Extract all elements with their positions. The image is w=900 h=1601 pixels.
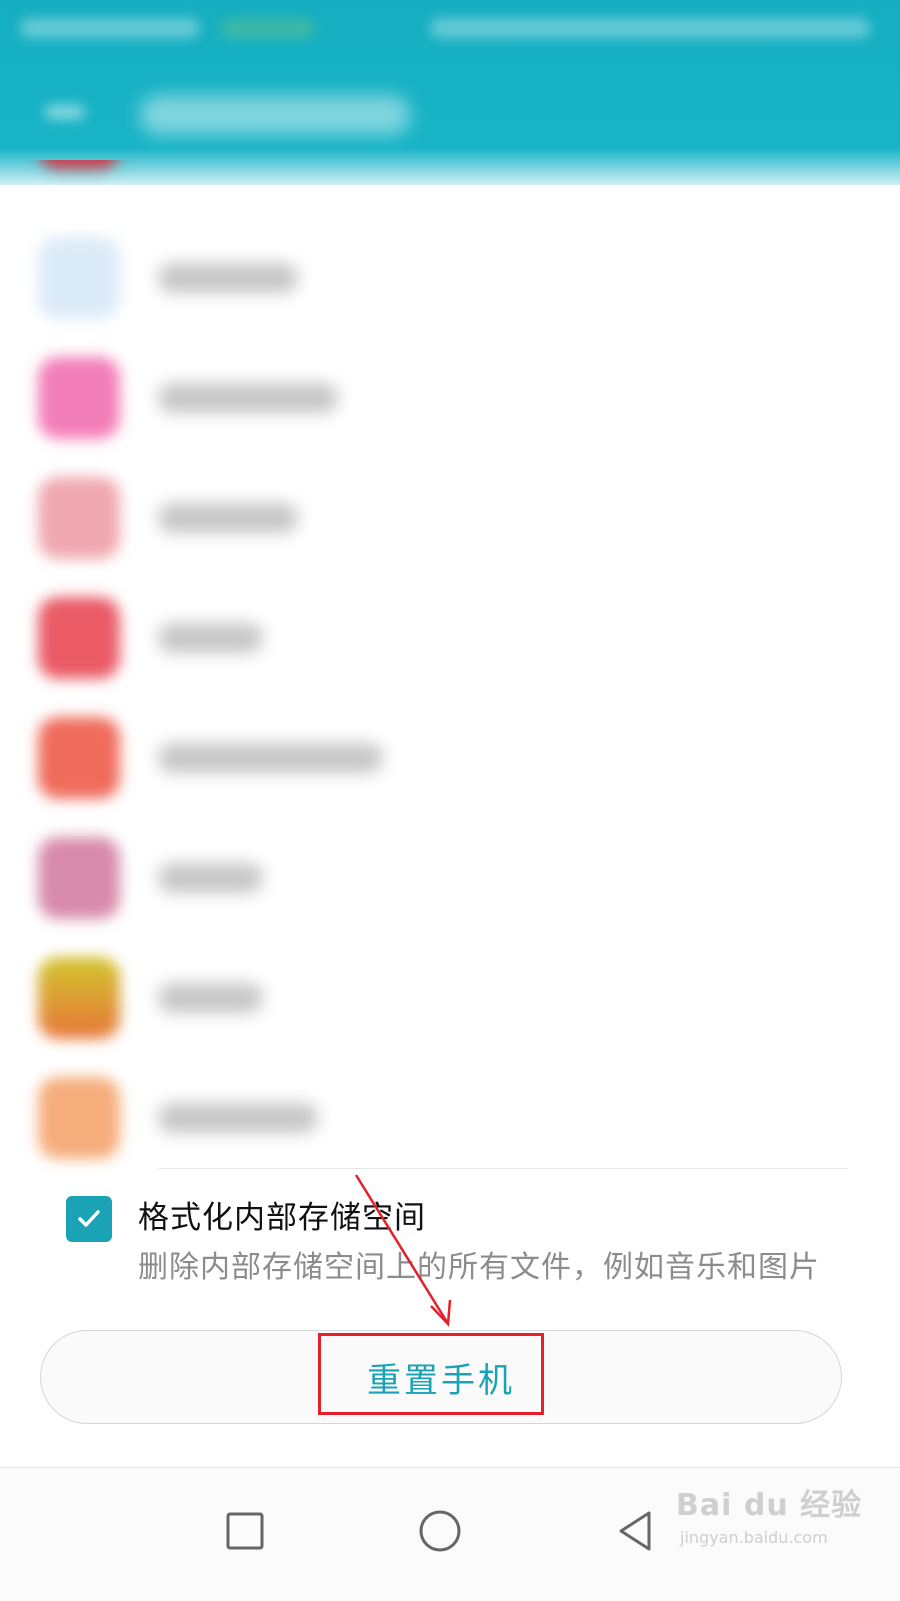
app-header [0,0,900,185]
toolbar [0,75,900,165]
app-list [0,160,900,1180]
recent-apps-icon [226,1512,264,1550]
recent-apps-button[interactable] [210,1496,280,1566]
back-button[interactable] [600,1496,670,1566]
app-icon [38,957,120,1039]
format-storage-title: 格式化内部存储空间 [138,1200,426,1236]
app-name [158,863,263,893]
page-title [140,95,410,135]
list-item [0,815,900,935]
app-name [158,983,263,1013]
app-name [158,383,338,413]
annotation-highlight-box [318,1333,544,1415]
home-button[interactable] [405,1496,475,1566]
baidu-watermark: Bai du 经验 jingyan.baidu.com [676,1480,861,1560]
app-name [158,743,383,773]
list-item [0,1055,900,1175]
list-item [0,935,900,1055]
list-item [0,575,900,695]
app-name [158,263,298,293]
list-item [0,695,900,815]
list-item [0,215,900,335]
format-storage-description: 删除内部存储空间上的所有文件，例如音乐和图片 [138,1250,820,1285]
app-name [158,623,263,653]
back-icon [619,1511,651,1551]
app-icon [38,357,120,439]
format-storage-option[interactable]: 格式化内部存储空间 删除内部存储空间上的所有文件，例如音乐和图片 [0,1180,900,1330]
app-icon [38,237,120,319]
watermark-url: jingyan.baidu.com [680,1528,828,1547]
list-item [0,335,900,455]
back-arrow-icon[interactable] [45,105,85,119]
app-name [158,1103,318,1133]
app-icon [38,597,120,679]
status-bar [0,0,900,60]
divider [158,1168,848,1169]
format-storage-checkbox[interactable] [66,1196,112,1242]
app-icon [38,717,120,799]
app-icon [38,160,120,169]
list-item [0,455,900,575]
app-name [158,503,298,533]
app-icon [38,1077,120,1159]
home-icon [419,1510,461,1552]
list-item [0,160,900,185]
app-icon [38,477,120,559]
app-icon [38,837,120,919]
watermark-brand: Bai du 经验 [676,1488,863,1523]
checkmark-icon [78,1210,100,1227]
